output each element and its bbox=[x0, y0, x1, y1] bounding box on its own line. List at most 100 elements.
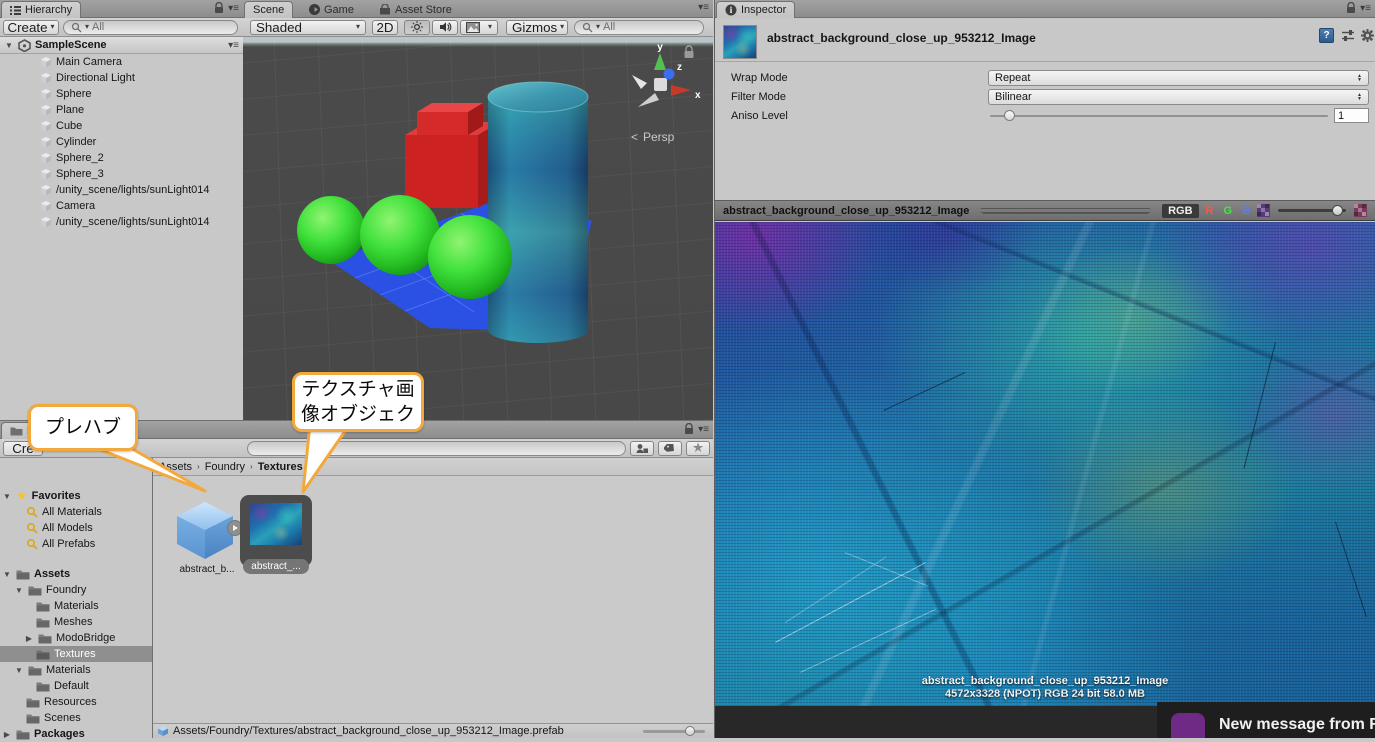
search-by-type-button[interactable] bbox=[630, 441, 654, 456]
channel-r-button[interactable]: R bbox=[1203, 205, 1217, 217]
notification-toast[interactable]: New message from Re bbox=[1157, 702, 1375, 738]
sphere-2-object[interactable] bbox=[360, 195, 440, 275]
panel-menu-icon[interactable]: ▾≡ bbox=[698, 2, 709, 13]
channel-rgb-button[interactable]: RGB bbox=[1162, 204, 1198, 218]
foldout-arrow-icon[interactable]: ▼ bbox=[2, 570, 12, 579]
tree-item-materials-2[interactable]: ▼Materials bbox=[0, 662, 152, 678]
asset-texture-item[interactable]: abstract_... bbox=[240, 493, 312, 589]
presets-icon[interactable] bbox=[1341, 29, 1355, 42]
tab-asset-store[interactable]: Asset Store bbox=[371, 1, 460, 18]
mip-checker-icon[interactable] bbox=[1354, 204, 1367, 217]
scene-search-input[interactable]: ▾ All bbox=[574, 20, 704, 35]
projection-label[interactable]: < Persp bbox=[631, 130, 675, 144]
foldout-arrow-icon[interactable]: ▼ bbox=[2, 492, 12, 501]
tree-item-modobridge[interactable]: ▶ModoBridge bbox=[0, 630, 152, 646]
asset-thumbnail bbox=[723, 25, 757, 59]
scene-effects-button[interactable]: ▾ bbox=[460, 20, 498, 35]
mip-slider[interactable] bbox=[1278, 209, 1346, 212]
hierarchy-item[interactable]: Cylinder bbox=[0, 134, 243, 150]
viewport-lock-icon[interactable] bbox=[685, 46, 694, 58]
panel-menu-icon[interactable]: ▾≡ bbox=[1360, 3, 1371, 14]
tree-item-textures[interactable]: Textures bbox=[0, 646, 152, 662]
sphere-3-object[interactable] bbox=[428, 215, 512, 299]
lock-icon[interactable] bbox=[214, 2, 224, 14]
create-button[interactable]: Create▾ bbox=[3, 20, 59, 35]
texture-preview-image[interactable]: abstract_background_close_up_953212_Imag… bbox=[715, 222, 1375, 706]
scene-viewport[interactable]: y z x < Persp bbox=[243, 37, 713, 420]
tab-inspector[interactable]: i Inspector bbox=[716, 1, 795, 18]
aniso-slider[interactable] bbox=[990, 115, 1328, 117]
asset-prefab-item[interactable]: abstract_b... bbox=[171, 496, 243, 588]
scene-menu-icon[interactable]: ▾≡ bbox=[228, 40, 239, 51]
tree-item-assets[interactable]: ▼Assets bbox=[0, 566, 152, 582]
scene-audio-button[interactable] bbox=[432, 20, 458, 35]
tree-item-default[interactable]: Default bbox=[0, 678, 152, 694]
hierarchy-item[interactable]: /unity_scene/lights/sunLight014 bbox=[0, 214, 243, 230]
breadcrumb-foundry[interactable]: Foundry bbox=[205, 461, 245, 473]
tree-item-scenes[interactable]: Scenes bbox=[0, 710, 152, 726]
channel-b-button[interactable]: B bbox=[1239, 205, 1253, 217]
hierarchy-item[interactable]: Plane bbox=[0, 102, 243, 118]
gear-icon[interactable] bbox=[1361, 29, 1374, 42]
filter-mode-dropdown[interactable]: Bilinear ▲▼ bbox=[988, 89, 1369, 105]
tree-item-resources[interactable]: Resources bbox=[0, 694, 152, 710]
help-icon[interactable]: ? bbox=[1319, 28, 1334, 43]
breadcrumb-textures[interactable]: Textures bbox=[258, 461, 303, 473]
hierarchy-item[interactable]: /unity_scene/lights/sunLight014 bbox=[0, 182, 243, 198]
hierarchy-item[interactable]: Cube bbox=[0, 118, 243, 134]
asset-store-icon bbox=[379, 4, 391, 15]
mip-checker-icon[interactable] bbox=[1257, 204, 1270, 217]
hierarchy-item[interactable]: Sphere_3 bbox=[0, 166, 243, 182]
foldout-arrow-icon[interactable]: ▶ bbox=[24, 634, 34, 643]
hierarchy-item[interactable]: Directional Light bbox=[0, 70, 243, 86]
tab-hierarchy[interactable]: Hierarchy bbox=[1, 1, 81, 18]
scene-root-row[interactable]: ▼ SampleScene ▾≡ bbox=[0, 37, 243, 54]
dropdown-caret-icon: ▾ bbox=[51, 23, 55, 31]
wrap-mode-dropdown[interactable]: Repeat ▲▼ bbox=[988, 70, 1369, 86]
slider-handle[interactable] bbox=[685, 726, 695, 736]
tree-item-meshes[interactable]: Meshes bbox=[0, 614, 152, 630]
hierarchy-item[interactable]: Sphere bbox=[0, 86, 243, 102]
slider-handle[interactable] bbox=[1004, 110, 1015, 121]
hierarchy-item[interactable]: Sphere_2 bbox=[0, 150, 243, 166]
inspector-tabstrip: i Inspector ▾≡ bbox=[715, 0, 1375, 18]
tree-item-materials[interactable]: Materials bbox=[0, 598, 152, 614]
toggle-2d-button[interactable]: 2D bbox=[372, 20, 398, 35]
foldout-arrow-icon[interactable]: ▼ bbox=[14, 586, 24, 595]
favorites-item[interactable]: All Prefabs bbox=[0, 536, 152, 552]
breadcrumb-assets[interactable]: Assets bbox=[159, 461, 192, 473]
hierarchy-item[interactable]: Camera bbox=[0, 198, 243, 214]
tab-game[interactable]: Game bbox=[301, 1, 362, 18]
cylinder-object[interactable] bbox=[488, 82, 588, 343]
foldout-arrow-icon[interactable]: ▼ bbox=[14, 666, 24, 675]
tab-scene[interactable]: Scene bbox=[244, 1, 293, 18]
lock-icon[interactable] bbox=[1346, 2, 1356, 14]
tree-item-foundry[interactable]: ▼Foundry bbox=[0, 582, 152, 598]
hierarchy-search-input[interactable]: ▾ All bbox=[63, 20, 238, 35]
panel-menu-icon[interactable]: ▾≡ bbox=[228, 3, 239, 14]
favorite-search-button[interactable]: ★ bbox=[686, 441, 710, 456]
project-search-input[interactable] bbox=[247, 441, 626, 456]
channel-g-button[interactable]: G bbox=[1220, 205, 1235, 217]
scene-lighting-button[interactable] bbox=[404, 20, 430, 35]
sphere-object[interactable] bbox=[297, 196, 365, 264]
favorites-item[interactable]: All Materials bbox=[0, 504, 152, 520]
panel-menu-icon[interactable]: ▾≡ bbox=[698, 424, 709, 435]
gizmos-dropdown[interactable]: Gizmos▾ bbox=[506, 20, 568, 35]
cube-object[interactable] bbox=[405, 103, 500, 208]
thumbnail-size-slider[interactable] bbox=[643, 730, 705, 733]
foldout-arrow-icon[interactable]: ▶ bbox=[2, 730, 12, 739]
tree-item-packages[interactable]: ▶Packages bbox=[0, 726, 152, 742]
lock-icon[interactable] bbox=[684, 423, 694, 435]
favorites-header[interactable]: ▼★Favorites bbox=[0, 488, 152, 504]
hierarchy-item[interactable]: Main Camera bbox=[0, 54, 243, 70]
aniso-value-field[interactable]: 1 bbox=[1334, 108, 1369, 123]
draw-mode-dropdown[interactable]: Shaded▾ bbox=[250, 20, 366, 35]
foldout-arrow-icon[interactable]: ▼ bbox=[4, 41, 14, 50]
slider-handle[interactable] bbox=[1332, 205, 1343, 216]
favorites-item[interactable]: All Models bbox=[0, 520, 152, 536]
search-by-label-button[interactable] bbox=[658, 441, 682, 456]
gameobject-icon bbox=[40, 184, 52, 196]
drag-handle-icon[interactable] bbox=[981, 208, 1150, 213]
persp-arrow-icon: < bbox=[631, 130, 638, 144]
